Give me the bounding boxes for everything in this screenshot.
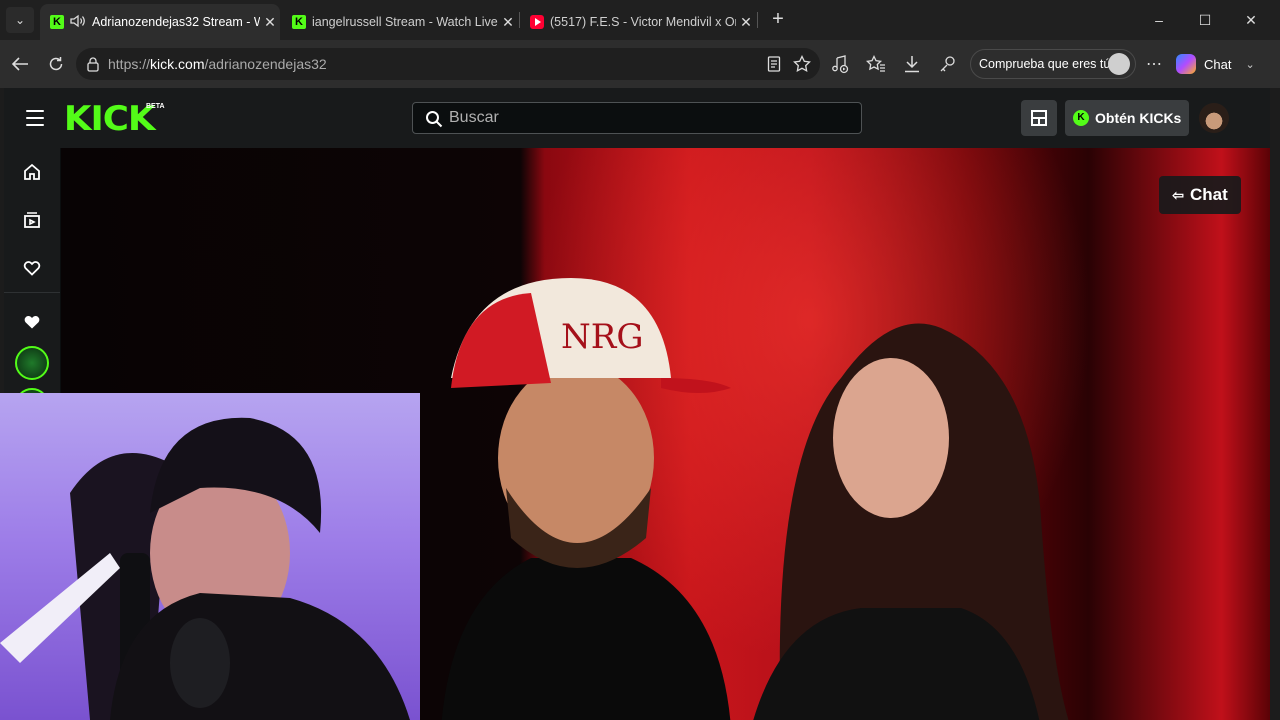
close-window-icon[interactable]: ✕: [1228, 0, 1274, 40]
tab-title: (5517) F.E.S - Victor Mendivil x Oneal -…: [550, 15, 736, 29]
chevron-down-icon[interactable]: ⌄: [1245, 58, 1254, 71]
tab-separator: [757, 12, 758, 28]
copilot-label: Chat: [1204, 56, 1232, 72]
webcam-overlay: [0, 393, 420, 720]
kicks-coin-icon: K: [1073, 110, 1089, 126]
browser-tab-bar: ⌄ K Adrianozendejas32 Stream - Watch Liv…: [0, 0, 1280, 40]
address-toolbar: https://kick.com/adrianozendejas32 Compr…: [0, 40, 1280, 88]
svg-text:NRG: NRG: [561, 317, 644, 357]
youtube-favicon: [530, 15, 544, 29]
browse-sidebar-icon[interactable]: [18, 206, 46, 234]
browse-icon: [1031, 110, 1047, 126]
refresh-icon[interactable]: [44, 52, 68, 76]
url-text[interactable]: https://kick.com/adrianozendejas32: [108, 56, 327, 72]
user-avatar[interactable]: [1199, 103, 1229, 133]
more-options-icon[interactable]: ⋯: [1142, 52, 1166, 76]
home-icon[interactable]: [18, 158, 46, 186]
close-tab-icon[interactable]: ✕: [260, 14, 280, 31]
tab-list-button[interactable]: ⌄: [6, 7, 34, 33]
followed-heart-icon: [18, 308, 46, 336]
stream-person-woman: [753, 323, 1069, 720]
kick-header: KICK BETA K Obtén KICKs: [4, 88, 1270, 148]
following-heart-icon[interactable]: [18, 254, 46, 282]
get-kicks-label: Obtén KICKs: [1095, 110, 1182, 126]
collapse-chat-icon: ⇦: [1172, 186, 1184, 203]
lock-icon[interactable]: [86, 56, 100, 72]
tab-title: iangelrussell Stream - Watch Live on Kic…: [312, 15, 498, 29]
omnibox[interactable]: https://kick.com/adrianozendejas32: [76, 48, 820, 80]
tab-youtube[interactable]: (5517) F.E.S - Victor Mendivil x Oneal -…: [520, 4, 756, 40]
maximize-icon[interactable]: ☐: [1182, 0, 1228, 40]
close-tab-icon[interactable]: ✕: [498, 14, 518, 31]
copilot-icon: [1176, 54, 1196, 74]
search-icon: [425, 110, 443, 128]
extensions-icon[interactable]: [936, 52, 960, 76]
close-tab-icon[interactable]: ✕: [736, 14, 756, 31]
get-kicks-button[interactable]: K Obtén KICKs: [1065, 100, 1189, 136]
minimize-icon[interactable]: –: [1136, 0, 1182, 40]
profile-button[interactable]: Comprueba que eres tú: [970, 49, 1136, 79]
beta-badge: BETA: [146, 103, 165, 110]
followed-channel-avatar[interactable]: [15, 346, 49, 380]
kick-logo[interactable]: KICK: [64, 102, 156, 136]
profile-avatar: [1108, 53, 1130, 75]
search-input[interactable]: [449, 106, 849, 130]
chat-toggle-button[interactable]: ⇦ Chat: [1159, 176, 1241, 214]
media-icon[interactable]: [828, 52, 852, 76]
new-tab-icon[interactable]: +: [766, 8, 790, 32]
search-box[interactable]: [412, 102, 862, 134]
tab-adrianozendejas32[interactable]: K Adrianozendejas32 Stream - Watch Live …: [40, 4, 280, 40]
copilot-chat-button[interactable]: Chat ⌄: [1176, 49, 1272, 79]
menu-icon[interactable]: [26, 110, 44, 126]
tab-iangelrussell[interactable]: K iangelrussell Stream - Watch Live on K…: [282, 4, 518, 40]
speaker-icon[interactable]: [70, 14, 86, 31]
kick-favicon: K: [292, 15, 306, 29]
webcam-scene: [0, 417, 410, 720]
chat-toggle-label: Chat: [1189, 185, 1228, 204]
download-icon[interactable]: [900, 52, 924, 76]
favorites-icon[interactable]: [864, 52, 888, 76]
favorite-star-icon[interactable]: [790, 52, 814, 76]
profile-label: Comprueba que eres tú: [979, 57, 1111, 71]
tab-title: Adrianozendejas32 Stream - Watch Live on…: [92, 15, 260, 29]
back-icon[interactable]: [8, 52, 32, 76]
reading-mode-icon[interactable]: [762, 52, 786, 76]
kick-favicon: K: [50, 15, 64, 29]
browse-button[interactable]: [1021, 100, 1057, 136]
sidebar-divider: [4, 292, 60, 293]
